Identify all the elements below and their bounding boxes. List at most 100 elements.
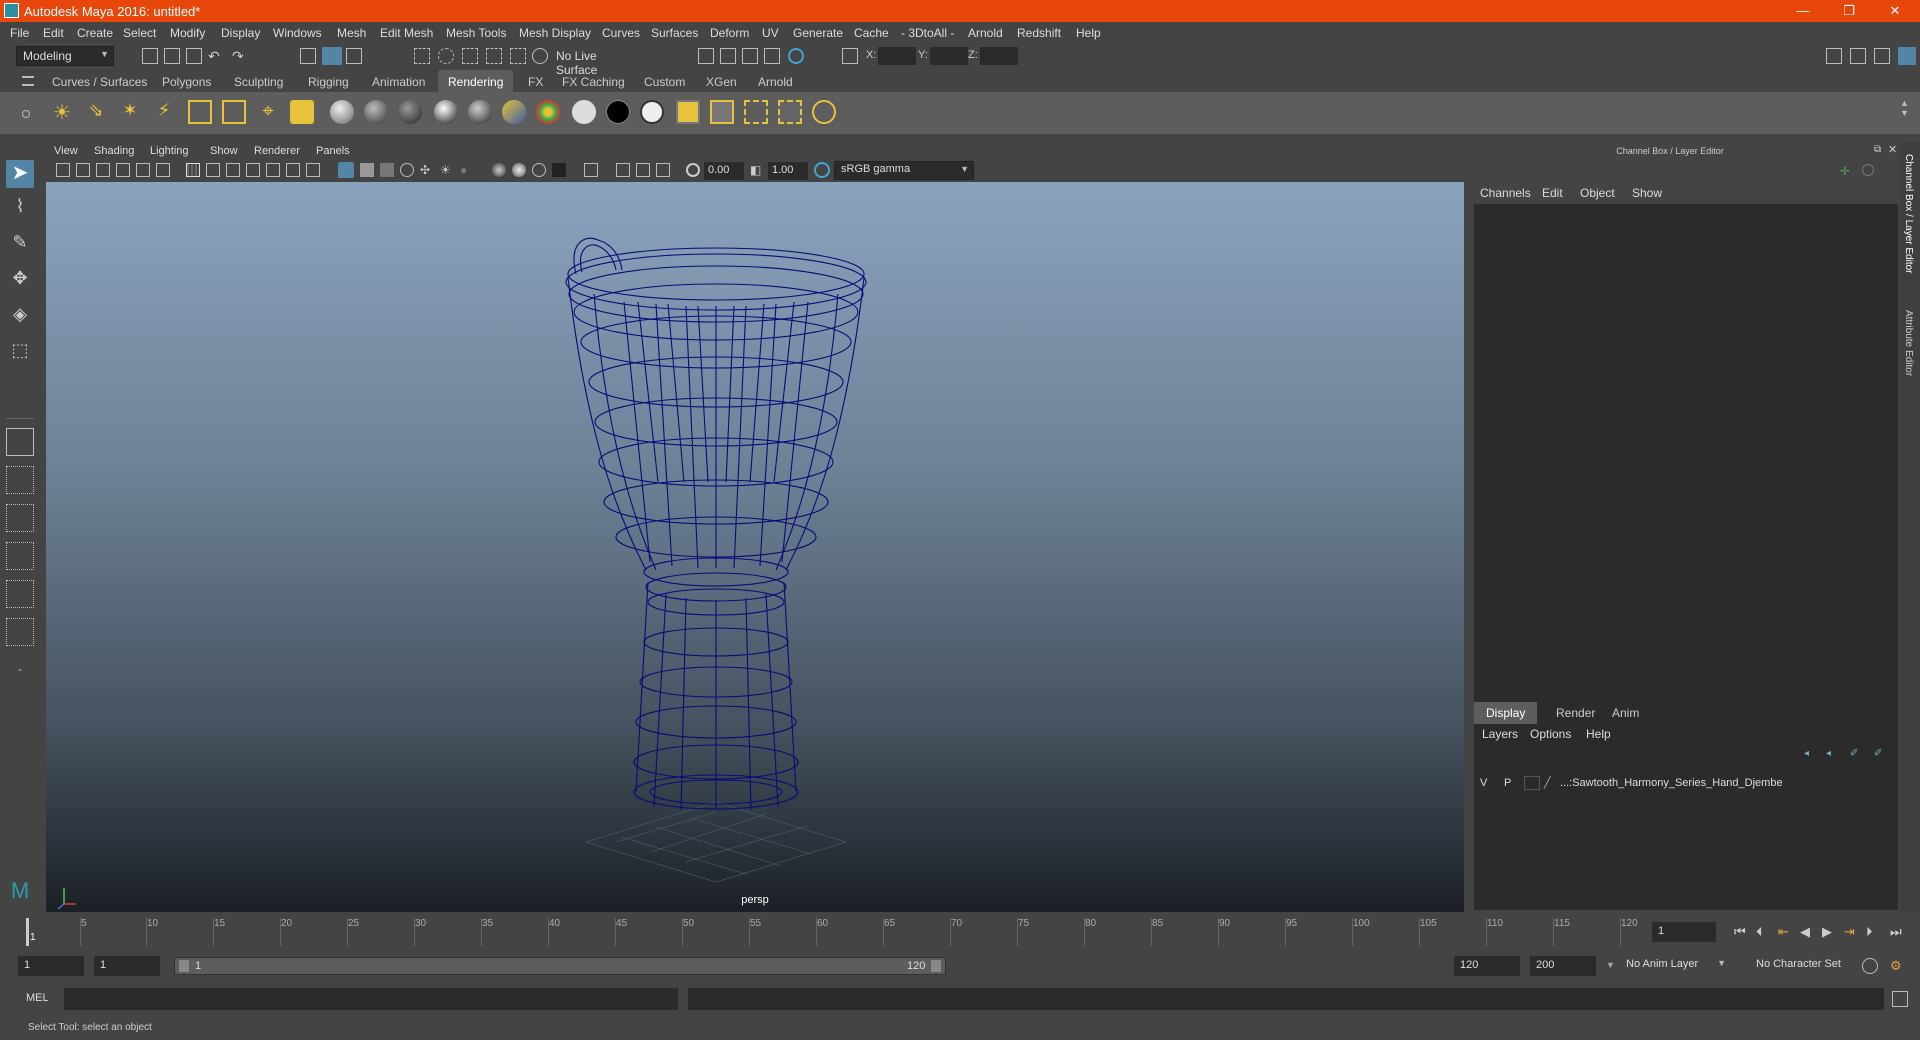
chevron-down-icon[interactable]: ▼ <box>1606 960 1615 970</box>
step-back-icon[interactable]: ⏴ <box>1756 924 1763 940</box>
go-to-end-icon[interactable]: ⏭ <box>1890 924 1902 940</box>
area-light-icon[interactable] <box>188 100 212 124</box>
viewport-canvas[interactable]: persp <box>46 182 1464 912</box>
anim-layer-dropdown[interactable]: No Anim Layer ▼ <box>1620 956 1730 976</box>
lasso-tool-icon[interactable]: ⌇ <box>6 196 34 224</box>
layer-menu-layers[interactable]: Layers <box>1482 727 1518 741</box>
vp-menu-panels[interactable]: Panels <box>316 145 350 157</box>
close-button[interactable]: ✕ <box>1872 0 1918 22</box>
mode-dropdown[interactable]: Modeling ▼ <box>16 46 114 66</box>
xray-joints-icon[interactable] <box>616 163 630 177</box>
tab-arnold[interactable]: Arnold <box>748 70 803 92</box>
tab-attribute-editor-vertical[interactable]: Attribute Editor <box>1903 310 1914 376</box>
render-view-shelf-icon[interactable] <box>676 100 700 124</box>
layer-color-swatch[interactable]: ╱ <box>1544 776 1556 790</box>
x-field[interactable] <box>878 47 916 65</box>
persp-outliner-layout-icon[interactable] <box>6 504 34 532</box>
menu-select[interactable]: Select <box>123 26 156 40</box>
tab-xgen[interactable]: XGen <box>696 70 747 92</box>
tab-fx-caching[interactable]: FX Caching <box>552 70 635 92</box>
wireframe-toggle-icon[interactable] <box>338 162 354 178</box>
render-current-icon[interactable] <box>720 48 736 64</box>
z-field[interactable] <box>980 47 1018 65</box>
vp-menu-view[interactable]: View <box>54 145 78 157</box>
playback-end-field[interactable]: 120 <box>1454 956 1520 976</box>
snap-point-icon[interactable] <box>462 48 478 64</box>
move-layer-up-icon[interactable]: ◂ <box>1804 748 1818 760</box>
float-panel-icon[interactable]: ⧉ <box>1874 144 1881 155</box>
menu-3dtoall[interactable]: - 3DtoAll - <box>901 26 954 40</box>
grid-icon[interactable] <box>186 163 200 177</box>
close-panel-icon[interactable]: ✕ <box>1888 143 1897 156</box>
resolution-gate-icon[interactable] <box>226 163 240 177</box>
surface-shader-icon[interactable] <box>572 100 596 124</box>
anisotropic-material-icon[interactable] <box>468 100 492 124</box>
textured-icon[interactable]: ✣ <box>420 163 434 177</box>
range-start-handle[interactable] <box>179 960 189 972</box>
menu-uv[interactable]: UV <box>762 26 779 40</box>
menu-windows[interactable]: Windows <box>273 26 322 40</box>
animation-prefs-icon[interactable]: ⚙ <box>1890 958 1906 974</box>
use-lights-icon[interactable]: ☀ <box>440 163 454 177</box>
cb-menu-channels[interactable]: Channels <box>1480 186 1531 200</box>
exposure-icon[interactable] <box>686 163 700 177</box>
blinn-material-icon[interactable] <box>330 100 354 124</box>
snap-view-icon[interactable] <box>510 48 526 64</box>
motion-blur-icon[interactable] <box>512 163 526 177</box>
make-live-icon[interactable] <box>532 48 548 64</box>
layer-menu-help[interactable]: Help <box>1586 727 1611 741</box>
tab-animation[interactable]: Animation <box>362 70 435 92</box>
directional-light-icon[interactable]: ⇘ <box>84 100 108 124</box>
tab-fx[interactable]: FX <box>518 70 553 92</box>
persp-graph-layout-icon[interactable] <box>6 542 34 570</box>
command-input[interactable] <box>64 988 678 1010</box>
render-view-icon[interactable] <box>698 48 714 64</box>
menu-help[interactable]: Help <box>1076 26 1101 40</box>
hypershade-shelf-icon[interactable] <box>812 100 836 124</box>
menu-redshift[interactable]: Redshift <box>1017 26 1061 40</box>
backface-culling-icon[interactable] <box>656 163 670 177</box>
render-settings-shelf-icon[interactable] <box>778 100 802 124</box>
gamma-icon[interactable]: ◧ <box>750 163 764 177</box>
paint-select-tool-icon[interactable]: ✎ <box>6 232 34 260</box>
shelf-scroll-icon[interactable]: ▲ ▼ <box>1900 98 1909 118</box>
playback-start-field[interactable]: 1 <box>94 956 160 976</box>
shelf-menu-icon[interactable] <box>22 76 34 86</box>
menu-display[interactable]: Display <box>221 26 260 40</box>
undo-icon[interactable]: ↶ <box>208 48 224 64</box>
outliner-persp-layout-icon[interactable] <box>6 580 34 608</box>
wireframe-on-shaded-icon[interactable] <box>380 163 394 177</box>
layered-shader-icon[interactable] <box>536 100 560 124</box>
modeling-toolkit-icon[interactable] <box>1826 48 1842 64</box>
range-slider[interactable]: 1 120 <box>174 957 946 975</box>
single-perspective-layout-icon[interactable] <box>6 428 34 456</box>
safe-title-icon[interactable] <box>306 163 320 177</box>
open-scene-icon[interactable] <box>164 48 180 64</box>
gate-mask-icon[interactable] <box>246 163 260 177</box>
ambient-light-icon[interactable]: ☀ <box>50 100 74 124</box>
animation-start-field[interactable]: 1 <box>18 956 84 976</box>
select-tool-icon[interactable]: ➤ <box>6 160 34 188</box>
new-layer-icon[interactable]: ✐ <box>1850 748 1864 760</box>
camera-attributes-icon[interactable] <box>76 163 90 177</box>
layer-row[interactable]: V P ╱ ...:Sawtooth_Harmony_Series_Hand_D… <box>1480 776 1890 792</box>
layer-type-toggle[interactable] <box>1524 776 1540 790</box>
vp-menu-renderer[interactable]: Renderer <box>254 145 300 157</box>
step-forward-icon[interactable]: ⏵ <box>1866 924 1873 940</box>
point-light-icon[interactable]: ✶ <box>118 100 142 124</box>
smooth-shade-icon[interactable] <box>360 163 374 177</box>
rotate-tool-icon[interactable]: ◈ <box>6 304 34 332</box>
move-tool-icon[interactable]: ✥ <box>6 268 34 296</box>
xray-icon[interactable] <box>400 163 414 177</box>
hypershade-icon[interactable] <box>788 48 804 64</box>
cb-menu-show[interactable]: Show <box>1632 186 1662 200</box>
menu-mesh[interactable]: Mesh <box>337 26 366 40</box>
screen-space-ao-icon[interactable] <box>492 163 506 177</box>
step-forward-key-icon[interactable]: ⇥ <box>1844 924 1855 940</box>
vp-menu-show[interactable]: Show <box>210 145 238 157</box>
tab-anim[interactable]: Anim <box>1600 702 1651 724</box>
range-end-handle[interactable] <box>931 960 941 972</box>
shadows-icon[interactable]: ● <box>460 163 474 177</box>
safe-action-icon[interactable] <box>286 163 300 177</box>
maximize-button[interactable]: ❐ <box>1826 0 1872 22</box>
